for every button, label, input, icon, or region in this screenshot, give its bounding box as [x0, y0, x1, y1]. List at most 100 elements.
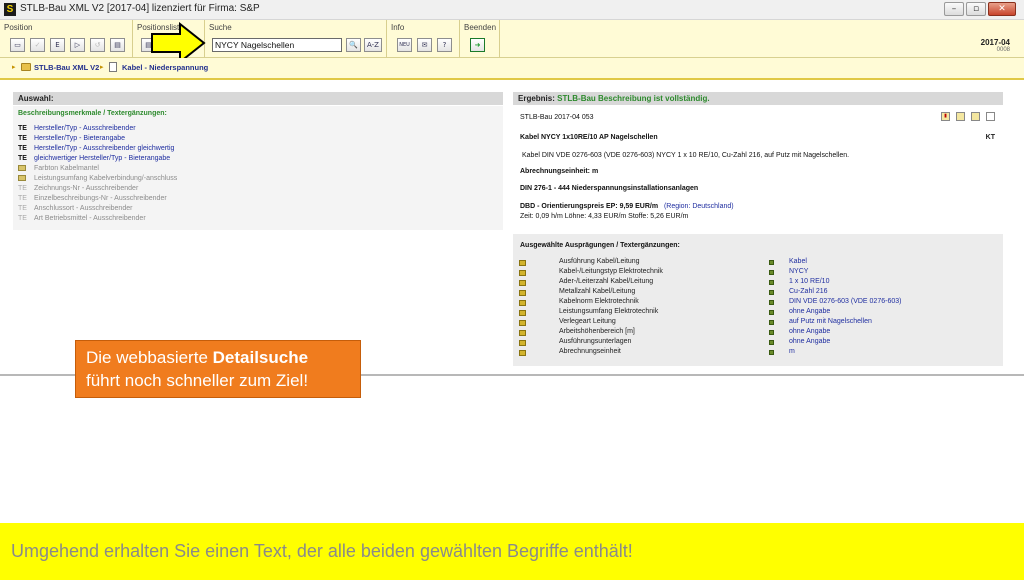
- check-icon: [769, 260, 774, 265]
- version-display: 2017-04 0008: [981, 38, 1010, 53]
- settings-icon[interactable]: [971, 112, 980, 121]
- region-link[interactable]: (Region: Deutschland): [664, 203, 734, 210]
- maximize-button[interactable]: ▫: [966, 2, 986, 16]
- group-label-info: Info: [391, 23, 405, 32]
- list-item-label: Hersteller/Typ - Ausschreibender gleichw…: [34, 145, 175, 152]
- list-item[interactable]: TE Anschlussort - Ausschreibender: [18, 205, 132, 215]
- edit-icon[interactable]: [519, 260, 526, 266]
- attribute-name: Kabelnorm Elektrotechnik: [559, 298, 639, 305]
- attribute-value[interactable]: NYCY: [789, 268, 808, 275]
- news-button[interactable]: NEU: [397, 38, 412, 52]
- list-item[interactable]: TE Zeichnungs-Nr - Ausschreibender: [18, 185, 138, 195]
- table-row[interactable]: Arbeitshöhenbereich [m] ohne Angabe: [519, 328, 989, 338]
- table-row[interactable]: Ausführungsunterlagen ohne Angabe: [519, 338, 989, 348]
- table-row[interactable]: Verlegeart Leitung auf Putz mit Nagelsche…: [519, 318, 989, 328]
- edit-icon[interactable]: [519, 280, 526, 286]
- exit-icon[interactable]: ➜: [470, 38, 485, 52]
- attribute-icon: [18, 165, 26, 172]
- breadcrumb-separator-icon: ▸: [100, 63, 104, 71]
- table-row[interactable]: Kabel-/Leitungstyp Elektrotechnik NYCY: [519, 268, 989, 278]
- callout-text-bold: Detailsuche: [212, 348, 309, 367]
- attribute-name: Kabel-/Leitungstyp Elektrotechnik: [559, 268, 663, 275]
- breadcrumb-item-root[interactable]: STLB-Bau XML V2: [34, 63, 99, 72]
- toolbar-group-beenden: Beenden ➜: [460, 20, 500, 58]
- edit-icon[interactable]: [519, 310, 526, 316]
- minimize-button[interactable]: –: [944, 2, 964, 16]
- table-row[interactable]: Kabelnorm Elektrotechnik DIN VDE 0276-603…: [519, 298, 989, 308]
- document-position-button[interactable]: ▤: [110, 38, 125, 52]
- list-item[interactable]: TE gleichwertiger Hersteller/Typ - Bieter…: [18, 155, 170, 165]
- close-button[interactable]: ✕: [988, 2, 1016, 16]
- table-row[interactable]: Metallzahl Kabel/Leitung Cu-Zahl 216: [519, 288, 989, 298]
- mail-icon[interactable]: [986, 112, 995, 121]
- undo-position-button[interactable]: ↺: [90, 38, 105, 52]
- table-row[interactable]: Ausführung Kabel/Leitung Kabel: [519, 258, 989, 268]
- short-text: Kabel NYCY 1x10RE/10 AP Nagelschellen: [520, 134, 658, 141]
- attribute-name: Ader-/Leiterzahl Kabel/Leitung: [559, 278, 654, 285]
- features-heading: Beschreibungsmerkmale / Textergänzungen:: [18, 110, 167, 117]
- attribute-value[interactable]: auf Putz mit Nagelschellen: [789, 318, 872, 325]
- text-extension-tag: TE: [18, 135, 27, 142]
- pdf-icon[interactable]: ▮: [941, 112, 950, 121]
- edit-icon[interactable]: [519, 270, 526, 276]
- caption-bar: Umgehend erhalten Sie einen Text, der al…: [0, 523, 1024, 580]
- list-item[interactable]: TE Hersteller/Typ - Ausschreibender: [18, 125, 136, 135]
- list-item-label: Anschlussort - Ausschreibender: [34, 205, 133, 212]
- callout-text-line2: führt noch schneller zum Ziel!: [86, 371, 309, 390]
- edit-icon[interactable]: [519, 340, 526, 346]
- list-item[interactable]: TE Hersteller/Typ - Bieterangabe: [18, 135, 125, 145]
- breadcrumb-item-current[interactable]: Kabel - Niederspannung: [122, 63, 208, 72]
- attribute-name: Leistungsumfang Elektrotechnik: [559, 308, 659, 315]
- attribute-value[interactable]: ohne Angabe: [789, 338, 830, 345]
- attribute-value[interactable]: 1 x 10 RE/10: [789, 278, 829, 285]
- edit-icon[interactable]: [519, 350, 526, 356]
- attribute-value[interactable]: ohne Angabe: [789, 308, 830, 315]
- time-line: Zeit: 0,09 h/m Löhne: 4,33 EUR/m Stoffe:…: [520, 213, 689, 220]
- attribute-value[interactable]: Cu-Zahl 216: [789, 288, 828, 295]
- search-input[interactable]: NYCY Nagelschellen: [212, 38, 342, 52]
- attribute-value[interactable]: Kabel: [789, 258, 807, 265]
- list-item-label: Einzelbeschreibungs-Nr - Ausschreibender: [34, 195, 167, 202]
- check-icon: [769, 300, 774, 305]
- selected-values-heading: Ausgewählte Ausprägungen / Textergänzung…: [520, 242, 680, 249]
- check-position-button[interactable]: ✓: [30, 38, 45, 52]
- check-icon: [769, 350, 774, 355]
- attribute-value[interactable]: DIN VDE 0276-603 (VDE 0276-603): [789, 298, 901, 305]
- list-item[interactable]: TE Einzelbeschreibungs-Nr - Ausschreibend…: [18, 195, 167, 205]
- check-icon: [769, 280, 774, 285]
- search-button[interactable]: 🔍: [346, 38, 361, 52]
- result-panel: ▮ STLB-Bau 2017-04 053 KT Kabel NYCY 1x1…: [513, 106, 1003, 230]
- edit-icon[interactable]: [519, 290, 526, 296]
- document-icon: [109, 62, 117, 72]
- list-item[interactable]: Leistungsumfang Kabelverbindung/-anschlu…: [18, 175, 177, 185]
- mail-button[interactable]: ✉: [417, 38, 432, 52]
- attribute-value[interactable]: ohne Angabe: [789, 328, 830, 335]
- alphabetic-search-button[interactable]: A-Z: [364, 38, 382, 52]
- list-item[interactable]: Farbton Kabelmantel: [18, 165, 99, 175]
- list-item-label: Hersteller/Typ - Ausschreibender: [34, 125, 136, 132]
- edit-icon[interactable]: [519, 300, 526, 306]
- table-row[interactable]: Leistungsumfang Elektrotechnik ohne Angab…: [519, 308, 989, 318]
- attribute-name: Ausführungsunterlagen: [559, 338, 632, 345]
- help-button[interactable]: ?: [437, 38, 452, 52]
- list-item[interactable]: TE Hersteller/Typ - Ausschreibender gleic…: [18, 145, 174, 155]
- toolbar-group-info: Info NEU ✉ ?: [387, 20, 460, 58]
- table-row[interactable]: Abrechnungseinheit m: [519, 348, 989, 358]
- table-row[interactable]: Ader-/Leiterzahl Kabel/Leitung 1 x 10 RE/…: [519, 278, 989, 288]
- attribute-value[interactable]: m: [789, 348, 795, 355]
- title-bar: S STLB-Bau XML V2 [2017-04] lizenziert f…: [0, 0, 1024, 20]
- attribute-name: Abrechnungseinheit: [559, 348, 621, 355]
- copy-icon[interactable]: [956, 112, 965, 121]
- edit-icon[interactable]: [519, 320, 526, 326]
- edit-icon[interactable]: [519, 330, 526, 336]
- list-item[interactable]: TE Art Betriebsmittel - Ausschreibender: [18, 215, 146, 225]
- edit-position-button[interactable]: E: [50, 38, 65, 52]
- new-position-button[interactable]: ▭: [10, 38, 25, 52]
- play-position-button[interactable]: ▷: [70, 38, 85, 52]
- price-line: DBD - Orientierungspreis EP: 9,59 EUR/m …: [520, 203, 734, 210]
- text-extension-tag: TE: [18, 205, 27, 212]
- attribute-name: Ausführung Kabel/Leitung: [559, 258, 640, 265]
- window-controls: – ▫ ✕: [944, 2, 1016, 16]
- toolbar-group-position: Position ▭ ✓ E ▷ ↺ ▤: [0, 20, 133, 58]
- group-label-beenden: Beenden: [464, 23, 497, 32]
